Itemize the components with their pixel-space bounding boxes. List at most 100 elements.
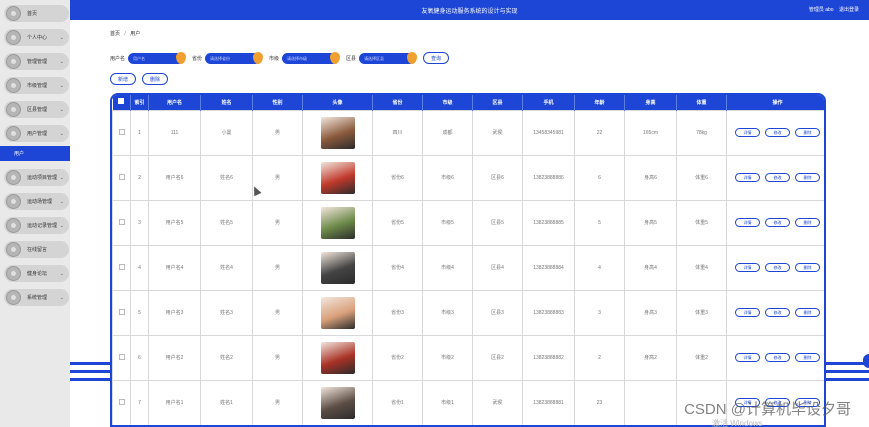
- operations-cell: 详情 修改 删除: [726, 334, 824, 381]
- chevron-down-icon: ⌄: [59, 130, 64, 137]
- sidebar-item[interactable]: 运动项目管理 ⌄: [4, 169, 69, 186]
- chevron-down-icon: ⌄: [59, 174, 64, 181]
- cell-district: 区县4: [472, 244, 523, 291]
- edit-button[interactable]: 修改: [765, 353, 790, 362]
- row-checkbox[interactable]: [118, 353, 125, 360]
- detail-button[interactable]: 详情: [735, 263, 760, 272]
- chevron-down-icon: ⌄: [59, 294, 64, 301]
- detail-button[interactable]: 详情: [735, 128, 760, 137]
- cell-phone: 13823888885: [522, 199, 575, 246]
- menu-badge-icon: [6, 242, 21, 257]
- menu-badge-icon: [6, 78, 21, 93]
- sidebar-item[interactable]: 管理管理 ⌄: [4, 53, 69, 70]
- delete-button[interactable]: 删除: [795, 263, 820, 272]
- row-select-cell: [112, 154, 131, 201]
- cell-name: 姓名4: [200, 244, 253, 291]
- sidebar-item[interactable]: 健身论坛 ⌄: [4, 265, 69, 282]
- delete-button[interactable]: 删除: [795, 308, 820, 317]
- delete-button[interactable]: 删除: [795, 218, 820, 227]
- sidebar-subitem-user[interactable]: 用户: [0, 146, 70, 161]
- cell-province: 省份2: [372, 334, 423, 381]
- top-bar: 友氧健身运动服务系统的设计与实现 管理员 abo 退出登录: [70, 0, 869, 20]
- delete-button[interactable]: 删除: [795, 128, 820, 137]
- row-checkbox[interactable]: [118, 218, 125, 225]
- cell-age: 23: [574, 379, 625, 425]
- sidebar-item[interactable]: 首页: [4, 5, 69, 22]
- cell-username: 用户名4: [148, 244, 201, 291]
- cell-province: 四川: [372, 109, 423, 156]
- query-button[interactable]: 查询: [423, 52, 450, 64]
- search-field-label: 用户名: [110, 55, 126, 62]
- select-all-checkbox[interactable]: [118, 98, 125, 105]
- edit-button[interactable]: 修改: [765, 173, 790, 182]
- operations-cell: 详情 修改 删除: [726, 199, 824, 246]
- sidebar-item-label: 首页: [27, 11, 38, 17]
- menu-badge-icon: [6, 30, 21, 45]
- cell-weight: 体重5: [676, 199, 727, 246]
- delete-button[interactable]: 删除: [795, 173, 820, 182]
- sidebar-item[interactable]: 在线留言: [4, 241, 69, 258]
- cell-city: 市级6: [422, 154, 473, 201]
- row-select-cell: [112, 334, 131, 381]
- sidebar-item[interactable]: 市级管理 ⌄: [4, 77, 69, 94]
- avatar-cell: [302, 334, 373, 381]
- search-input-placeholder: 用户名: [133, 55, 146, 61]
- menu-badge-icon: [6, 102, 21, 117]
- sidebar-item-label: 管理管理: [27, 59, 48, 65]
- menu-badge-icon: [6, 194, 21, 209]
- detail-button[interactable]: 详情: [735, 308, 760, 317]
- sidebar-item[interactable]: 运动记录管理 ⌄: [4, 217, 69, 234]
- search-field-label: 市级: [269, 55, 280, 62]
- edit-button[interactable]: 修改: [765, 218, 790, 227]
- delete-button[interactable]: 删除: [795, 353, 820, 362]
- sidebar-item[interactable]: 用户管理 ⌄: [4, 125, 69, 142]
- sidebar-item[interactable]: 个人中心 ⌄: [4, 29, 69, 46]
- edit-button[interactable]: 修改: [765, 263, 790, 272]
- detail-button[interactable]: 详情: [735, 173, 760, 182]
- menu-badge-icon: [6, 290, 21, 305]
- sidebar-item-label: 运动记录管理: [27, 223, 58, 229]
- cell-phone: 13823888882: [522, 334, 575, 381]
- add-button[interactable]: 新增: [110, 73, 136, 85]
- menu-badge-icon: [6, 266, 21, 281]
- row-select-cell: [112, 244, 131, 291]
- cell-age: 2: [574, 334, 625, 381]
- cell-name: 姓名3: [200, 289, 253, 336]
- edit-button[interactable]: 修改: [765, 128, 790, 137]
- avatar-cell: [302, 109, 373, 156]
- row-checkbox[interactable]: [118, 128, 125, 135]
- detail-button[interactable]: 详情: [735, 218, 760, 227]
- cell-weight: 体重6: [676, 154, 727, 201]
- cell-phone: 13823888881: [522, 379, 575, 425]
- cell-gender: 男: [252, 244, 303, 291]
- menu-badge-icon: [6, 218, 21, 233]
- cell-province: 省份5: [372, 199, 423, 246]
- sidebar-item[interactable]: 区县管理 ⌄: [4, 101, 69, 118]
- column-header: 用户名: [148, 95, 201, 110]
- logout-link[interactable]: 退出登录: [839, 7, 859, 13]
- search-input[interactable]: 请选择省份: [205, 51, 264, 64]
- row-checkbox[interactable]: [118, 398, 125, 405]
- cell-weight: 体重4: [676, 244, 727, 291]
- cell-index: 1: [130, 109, 149, 156]
- search-field-label: 省份: [192, 55, 203, 62]
- avatar: [320, 386, 355, 419]
- operations-cell: 详情 修改 删除: [726, 289, 824, 336]
- search-input[interactable]: 请选择区县: [359, 51, 418, 64]
- batch-delete-button[interactable]: 删除: [142, 73, 168, 85]
- row-checkbox[interactable]: [118, 173, 125, 180]
- search-input[interactable]: 请选择市级: [282, 51, 341, 64]
- search-input-placeholder: 请选择区县: [364, 55, 385, 61]
- cell-district: 武侯: [472, 109, 523, 156]
- breadcrumb-home[interactable]: 首页: [110, 31, 120, 37]
- sidebar-item[interactable]: 系统管理 ⌄: [4, 289, 69, 306]
- sidebar-item[interactable]: 运动场管理 ⌄: [4, 193, 69, 210]
- detail-button[interactable]: 详情: [735, 353, 760, 362]
- row-checkbox[interactable]: [118, 263, 125, 270]
- edit-button[interactable]: 修改: [765, 308, 790, 317]
- row-checkbox[interactable]: [118, 308, 125, 315]
- search-input[interactable]: 用户名: [128, 51, 187, 64]
- search-input-placeholder: 请选择省份: [210, 55, 231, 61]
- cell-phone: 13823888883: [522, 289, 575, 336]
- scroll-tab[interactable]: [863, 354, 869, 368]
